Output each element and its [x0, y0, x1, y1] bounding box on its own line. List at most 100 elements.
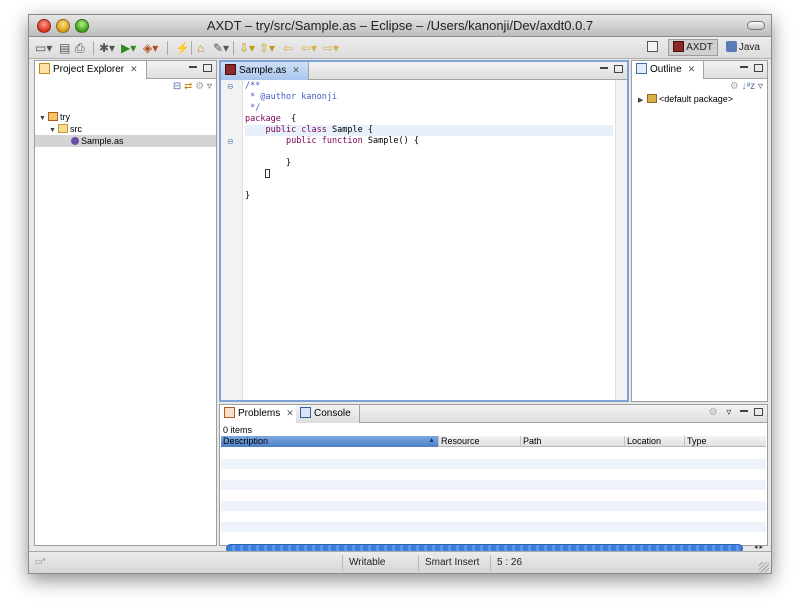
collapsed-twisty-icon[interactable]: ▶	[638, 95, 647, 107]
save-icon[interactable]: ▤	[59, 40, 70, 56]
sort-icon[interactable]: ↓ᵃz	[741, 81, 755, 92]
maximize-view-button[interactable]	[203, 64, 212, 72]
problems-icon	[224, 407, 235, 418]
fold-toggle-icon[interactable]: ⊖	[227, 81, 236, 92]
close-icon[interactable]: ✕	[292, 65, 300, 75]
close-icon[interactable]: ✕	[688, 64, 696, 74]
toolbar-toggle-button[interactable]	[747, 21, 765, 30]
code-token: Sample() {	[362, 136, 420, 146]
problems-view: Problems ✕ Console ⚙ ▿ 0 items Descriptio…	[219, 404, 768, 553]
build-icon[interactable]: ⚡	[175, 40, 190, 56]
status-insert-mode: Smart Insert	[418, 555, 490, 571]
code-line[interactable]: */	[245, 103, 613, 114]
java-perspective-icon	[725, 41, 737, 52]
package-icon	[647, 94, 657, 103]
external-tools-icon[interactable]: ◈▾	[143, 40, 158, 56]
collapse-all-icon[interactable]: ⊟	[173, 81, 181, 92]
column-header-path[interactable]: Path	[521, 436, 625, 447]
open-folder-icon[interactable]: ⌂	[197, 40, 204, 56]
focus-icon[interactable]: ⚙	[195, 81, 204, 92]
pen-icon[interactable]: ✎▾	[213, 40, 229, 56]
tab-outline-label: Outline	[650, 64, 682, 75]
code-line[interactable]: }	[245, 191, 613, 202]
hide-fields-icon[interactable]: ⚙	[730, 81, 739, 92]
problems-table-body[interactable]	[221, 448, 766, 542]
column-header-resource[interactable]: Resource	[439, 436, 521, 447]
code-token: public class	[265, 125, 327, 135]
minimize-view-button[interactable]	[189, 66, 198, 68]
toolbar-separator	[167, 41, 168, 55]
toolbar-separator	[233, 41, 234, 55]
tab-problems-label: Problems	[238, 408, 281, 419]
code-line[interactable]: * @author kanonji	[245, 92, 613, 103]
tab-project-explorer[interactable]: Project Explorer ✕	[35, 61, 147, 79]
view-window-controls	[740, 63, 763, 74]
project-explorer-tabbar: Project Explorer ✕	[35, 61, 216, 79]
new-icon[interactable]: ▭▾	[35, 40, 52, 56]
minimize-window-button[interactable]	[56, 19, 70, 33]
code-line[interactable]: }	[245, 158, 613, 169]
actionscript-file-icon	[225, 64, 236, 75]
close-window-button[interactable]	[37, 19, 51, 33]
focus-icon[interactable]: ⚙	[709, 407, 721, 418]
column-header-type[interactable]: Type	[685, 436, 768, 447]
code-line[interactable]: public class Sample {	[245, 125, 613, 136]
debug-icon[interactable]: ✱▾	[99, 40, 115, 56]
tree-item-label: try	[60, 112, 70, 122]
code-line[interactable]: public function Sample() {	[245, 136, 613, 147]
status-writable: Writable	[342, 555, 418, 571]
editor-gutter[interactable]	[221, 80, 243, 400]
status-bar: ▭° Writable Smart Insert 5 : 26	[29, 551, 771, 573]
next-annotation-icon[interactable]: ⇩▾	[239, 40, 255, 56]
code-line[interactable]	[245, 147, 613, 158]
tab-problems[interactable]: Problems ✕	[220, 405, 303, 423]
maximize-view-button[interactable]	[614, 65, 623, 73]
code-token: {	[280, 114, 297, 124]
minimize-view-button[interactable]	[600, 67, 609, 69]
tree-item-folder[interactable]: ▼ src	[35, 123, 216, 135]
maximize-view-button[interactable]	[754, 64, 763, 72]
tab-outline[interactable]: Outline ✕	[632, 61, 705, 79]
column-header-location[interactable]: Location	[625, 436, 685, 447]
close-icon[interactable]: ✕	[286, 408, 294, 418]
tab-sample-as[interactable]: Sample.as ✕	[221, 62, 309, 80]
tree-item-project[interactable]: ▼ try	[35, 111, 216, 123]
zoom-window-button[interactable]	[75, 19, 89, 33]
forward-icon[interactable]: ⇨▾	[323, 40, 339, 56]
link-with-editor-icon[interactable]: ⇄	[184, 81, 192, 92]
project-explorer-icon	[39, 63, 50, 74]
fast-view-icon[interactable]: ▭°	[35, 557, 47, 568]
view-menu-icon[interactable]: ▿	[726, 407, 734, 418]
outline-item[interactable]: ▶ <default package>	[632, 93, 767, 105]
tab-console[interactable]: Console	[296, 405, 360, 423]
code-line[interactable]	[245, 169, 613, 180]
code-line[interactable]: /**	[245, 81, 613, 92]
maximize-view-button[interactable]	[754, 408, 763, 416]
tree-item-file[interactable]: Sample.as	[35, 135, 216, 147]
last-edit-icon[interactable]: ⇦	[283, 40, 293, 56]
prev-annotation-icon[interactable]: ⇧▾	[259, 40, 275, 56]
scroll-arrows[interactable]: ◂▸	[754, 543, 765, 551]
code-line[interactable]: package {	[245, 114, 613, 125]
back-icon[interactable]: ⇦▾	[301, 40, 317, 56]
title-bar[interactable]: AXDT – try/src/Sample.as – Eclipse – /Us…	[29, 15, 771, 37]
perspective-java[interactable]: Java	[721, 39, 765, 56]
minimize-view-button[interactable]	[740, 410, 749, 412]
print-icon[interactable]: ⎙	[75, 40, 85, 56]
view-menu-icon[interactable]: ▿	[207, 81, 212, 92]
minimize-view-button[interactable]	[740, 66, 749, 68]
open-perspective-button[interactable]	[642, 39, 665, 56]
resize-grip[interactable]	[759, 562, 769, 572]
tree-item-label: Sample.as	[81, 136, 124, 146]
code-line[interactable]	[245, 180, 613, 191]
column-header-description[interactable]: Description ▲	[221, 436, 439, 447]
toolbar-separator	[93, 41, 94, 55]
run-icon[interactable]: ▶▾	[121, 40, 136, 56]
explorer-view-toolbar: ⊟ ⇄ ⚙ ▿	[173, 81, 212, 92]
fold-toggle-icon[interactable]: ⊖	[227, 136, 236, 147]
view-menu-icon[interactable]: ▿	[758, 81, 763, 92]
overview-ruler[interactable]	[615, 80, 627, 400]
column-label: Location	[627, 436, 662, 446]
close-icon[interactable]: ✕	[130, 64, 138, 74]
perspective-axdt[interactable]: AXDT	[668, 39, 718, 56]
